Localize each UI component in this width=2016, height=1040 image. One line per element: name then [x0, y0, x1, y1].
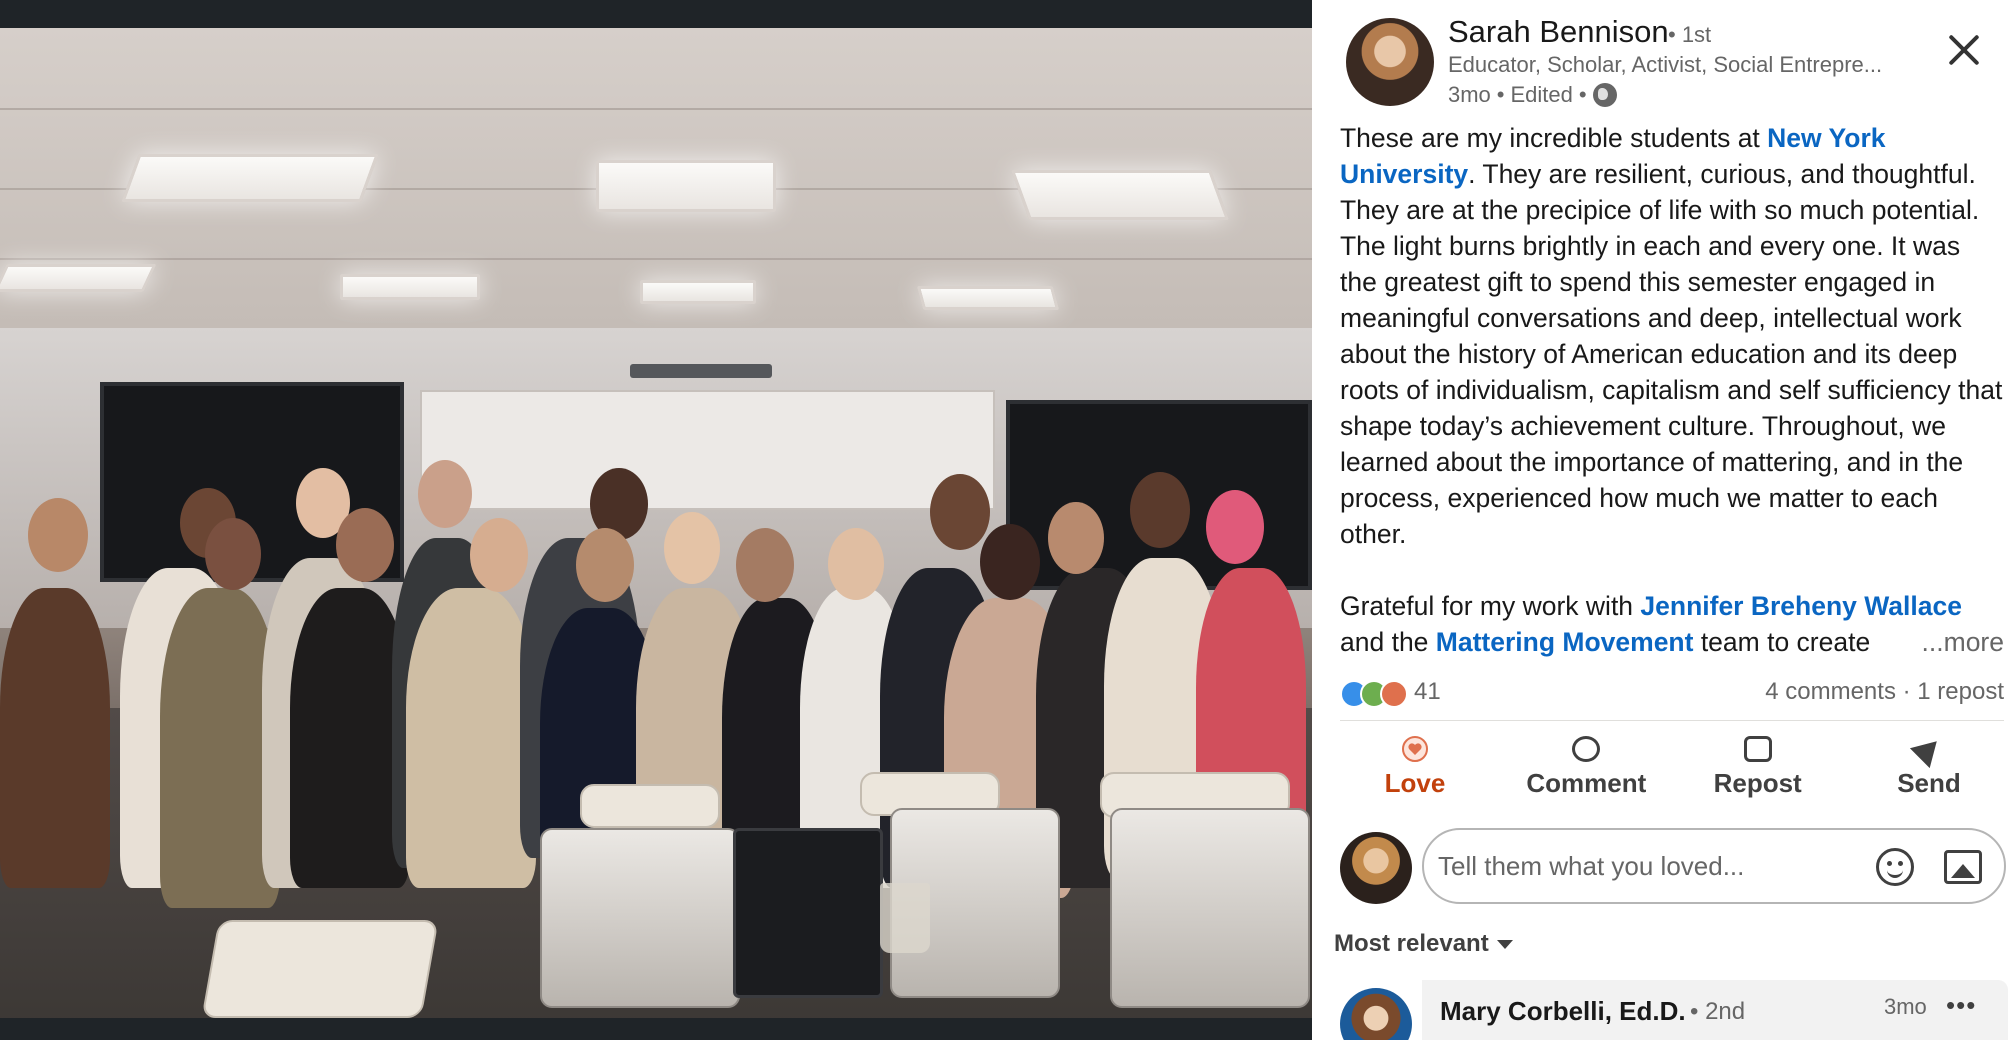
comment-icon — [1572, 736, 1601, 762]
ceiling-light — [340, 274, 480, 300]
post-text-segment: and the — [1340, 627, 1436, 657]
ceiling-light — [0, 264, 157, 292]
current-user-avatar — [1340, 832, 1412, 904]
repost-icon — [1743, 736, 1772, 762]
student-desk — [580, 784, 720, 828]
comment-label: Comment — [1526, 768, 1647, 798]
mention-link[interactable]: Mattering Movement — [1436, 627, 1694, 657]
post-meta: 3mo • Edited • — [1448, 82, 1617, 108]
photo-detail — [0, 258, 1312, 260]
caret-down-icon — [1496, 939, 1513, 949]
love-icon — [1380, 680, 1408, 708]
love-button[interactable]: Love — [1340, 730, 1490, 810]
post-viewer-modal: Sarah Bennison • 1st Educator, Scholar, … — [0, 0, 2016, 1040]
ceiling-light — [1010, 170, 1230, 220]
divider — [1340, 720, 2004, 721]
student-figure — [664, 512, 720, 584]
ceiling-light — [916, 286, 1060, 310]
post-detail-panel: Sarah Bennison • 1st Educator, Scholar, … — [1312, 0, 2016, 1040]
commenter-name[interactable]: Mary Corbelli, Ed.D. — [1440, 996, 1686, 1027]
student-figure — [336, 508, 394, 582]
send-icon — [1909, 729, 1949, 769]
commenter-degree: • 2nd — [1690, 998, 1746, 1025]
post-text-segment: . They are resilient, curious, and thoug… — [1340, 159, 2003, 549]
ceiling-light — [596, 160, 776, 212]
author-headline: Educator, Scholar, Activist, Social Entr… — [1448, 52, 1883, 77]
mention-link[interactable]: Jennifer Breheny Wallace — [1640, 591, 1962, 621]
repost-button[interactable]: Repost — [1683, 730, 1833, 810]
post-text-segment: These are my incredible students at — [1340, 123, 1768, 153]
student-figure — [1048, 502, 1104, 574]
reaction-icons[interactable] — [1340, 680, 1408, 708]
comment-item: Mary Corbelli, Ed.D. • 2nd 3mo ••• — [1422, 980, 2008, 1040]
commenter-avatar[interactable] — [1340, 988, 1412, 1040]
student-figure — [28, 498, 88, 572]
heart-icon — [1402, 736, 1428, 762]
see-more-button[interactable]: ...more — [1922, 624, 2004, 660]
repost-label: Repost — [1713, 768, 1802, 798]
student-figure — [418, 460, 472, 528]
comment-sort-dropdown[interactable]: Most relevant — [1334, 930, 1513, 958]
student-figure — [1130, 472, 1190, 548]
more-options-icon[interactable]: ••• — [1946, 990, 1976, 1021]
meta-separator: • — [1496, 82, 1505, 107]
emoji-icon[interactable] — [1876, 848, 1914, 886]
comment-input[interactable] — [1438, 844, 1858, 888]
close-button[interactable] — [1942, 28, 1986, 72]
reaction-count[interactable]: 41 — [1414, 678, 1441, 706]
send-button[interactable]: Send — [1854, 729, 2004, 810]
camera-bar — [630, 364, 772, 378]
coffee-cup — [880, 883, 930, 953]
post-paragraph: These are my incredible students at New … — [1340, 120, 2004, 552]
edited-label: Edited — [1510, 82, 1573, 107]
student-figure — [205, 518, 261, 590]
meta-separator: • — [1578, 82, 1587, 107]
post-text-segment: Grateful for my work with — [1340, 591, 1641, 621]
author-name[interactable]: Sarah Bennison — [1448, 14, 1669, 50]
sort-label: Most relevant — [1334, 930, 1489, 957]
post-text: These are my incredible students at New … — [1340, 120, 2004, 696]
send-label: Send — [1897, 768, 1961, 798]
student-figure — [980, 524, 1040, 600]
classroom-chair — [1110, 808, 1310, 1008]
whiteboard — [420, 390, 995, 510]
student-figure — [1206, 490, 1264, 564]
ceiling-light — [640, 280, 756, 304]
photo-detail — [0, 108, 1312, 110]
post-photo[interactable] — [0, 28, 1312, 1018]
love-label: Love — [1384, 768, 1446, 798]
comment-box[interactable] — [1422, 828, 2006, 904]
photo-pane — [0, 0, 1312, 1040]
image-icon[interactable] — [1944, 850, 1982, 884]
student-figure — [0, 588, 110, 888]
comments-reposts-count[interactable]: 4 comments · 1 repost — [1765, 678, 2004, 706]
comment-time: 3mo — [1884, 994, 1927, 1019]
post-time: 3mo — [1448, 82, 1491, 107]
post-paragraph: Grateful for my work with Jennifer Brehe… — [1340, 588, 2004, 660]
globe-icon — [1592, 83, 1617, 107]
student-figure — [736, 528, 794, 602]
connection-degree: • 1st — [1668, 22, 1712, 47]
ceiling-light — [121, 154, 379, 202]
student-desk — [201, 920, 439, 1018]
laptop — [733, 828, 883, 998]
post-text-segment: team to create — [1693, 627, 1871, 657]
student-figure — [406, 588, 536, 888]
student-figure — [930, 474, 990, 550]
student-figure — [576, 528, 634, 602]
student-figure — [828, 528, 884, 600]
post-actions: Love Comment Repost Send — [1340, 729, 2004, 810]
student-figure — [470, 518, 528, 592]
author-avatar[interactable] — [1346, 18, 1434, 106]
social-counts: 41 4 comments · 1 repost — [1340, 676, 2004, 712]
classroom-chair — [540, 828, 740, 1008]
comment-button[interactable]: Comment — [1511, 730, 1661, 810]
